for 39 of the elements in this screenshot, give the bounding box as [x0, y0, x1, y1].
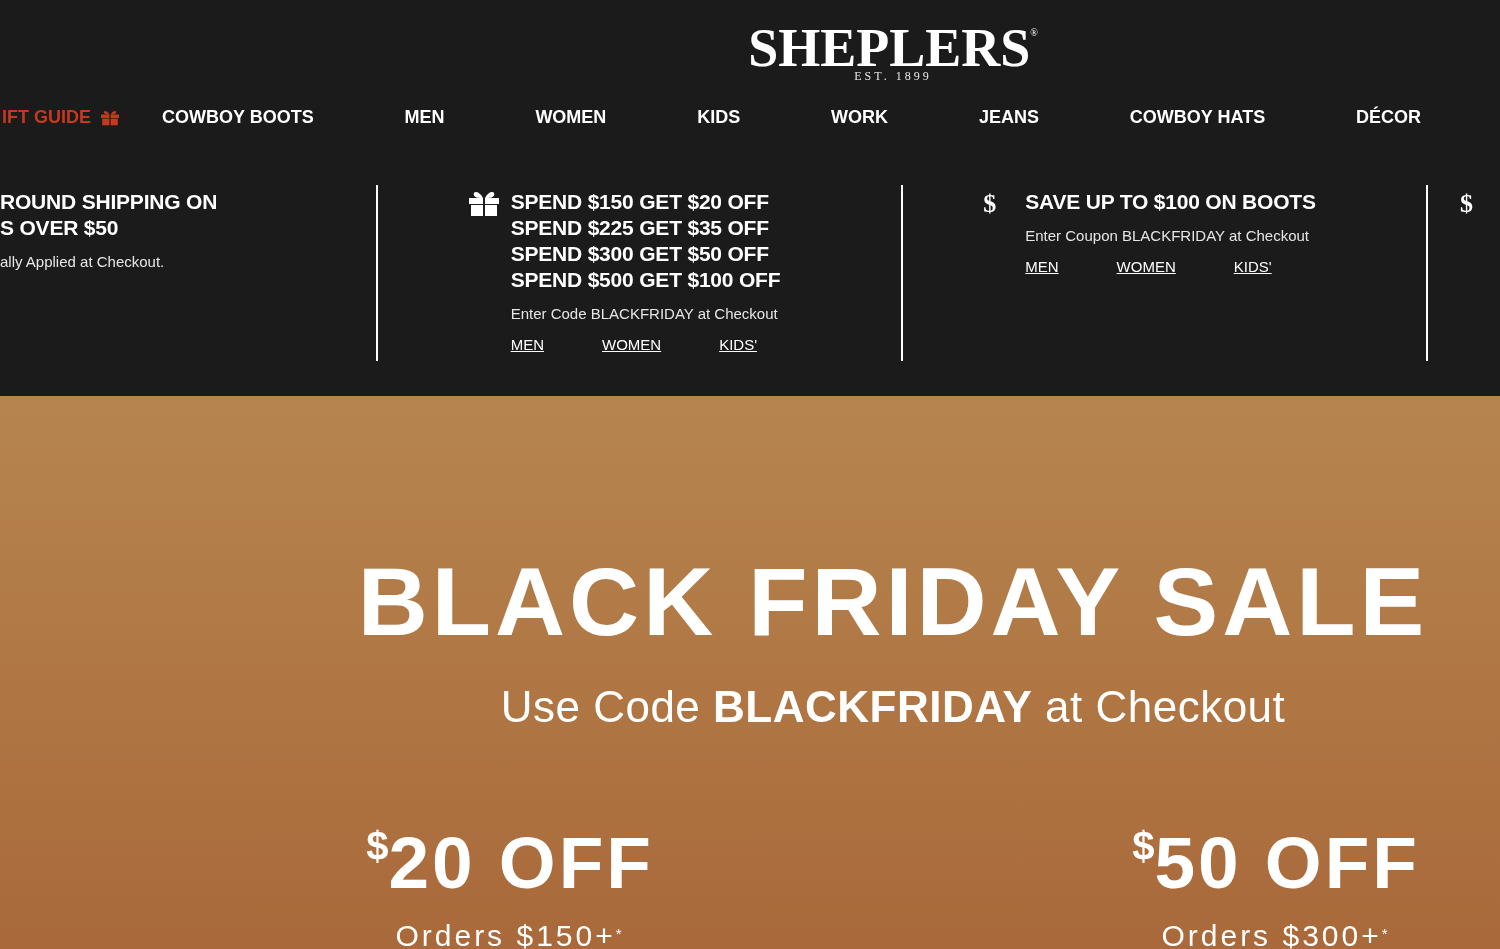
promo-note: ally Applied at Checkout. [0, 252, 165, 272]
category-link[interactable]: KIDS' [719, 335, 758, 355]
nav-link[interactable]: COWBOY HATS [1129, 105, 1266, 129]
promo-code-text: Use Code BLACKFRIDAY at Checkout [500, 685, 1286, 729]
nav-link[interactable]: DÉCOR [1356, 105, 1421, 129]
promo-headline: SPEND $225 GET $35 OFF [510, 215, 769, 241]
order-minimum: Orders $300+$^{*}$ [1161, 923, 1391, 949]
promo-headline: S OVER $50 [0, 215, 119, 241]
discount-amount: 20 OFF [388, 826, 654, 899]
gift-icon [468, 190, 499, 216]
order-minimum: Orders $150+$^{*}$ [395, 923, 625, 949]
promo-headline: SPEND $300 GET $50 OFF [510, 241, 769, 267]
category-link[interactable]: MEN [1025, 257, 1059, 277]
category-link[interactable]: WOMEN [602, 335, 662, 355]
nav-link[interactable]: WOMEN [535, 105, 607, 129]
category-link[interactable]: KIDS' [1233, 257, 1272, 277]
promo-headline: SPEND $500 GET $100 OFF [510, 267, 781, 293]
nav-link[interactable]: COWBOY BOOTS [162, 105, 314, 129]
promo-note: Enter Coupon BLACKFRIDAY at Checkout [1025, 226, 1310, 246]
nav-link[interactable]: JEANS [978, 105, 1039, 129]
currency-symbol: $ [1132, 826, 1155, 866]
logo-tagline: EST. 1899 [854, 70, 932, 82]
nav-link[interactable]: KIDS [697, 105, 741, 129]
promo-headline: SPEND $150 GET $20 OFF [510, 189, 769, 215]
dollar-sign-icon: $ [1460, 189, 1473, 218]
discount-amount: 50 OFF [1154, 826, 1420, 899]
gift-icon [101, 108, 119, 126]
category-link[interactable]: WOMEN [1116, 257, 1176, 277]
promo-headline: SAVE UP TO $100 ON BOOTS [1025, 189, 1316, 215]
nav-link[interactable]: WORK [831, 105, 889, 129]
promo-headline: ROUND SHIPPING ON [0, 189, 218, 215]
category-link[interactable]: MEN [510, 335, 544, 355]
registered-mark: ® [1030, 28, 1038, 38]
promo-note: Enter Code BLACKFRIDAY at Checkout [510, 304, 778, 324]
dollar-sign-icon: $ [983, 189, 997, 218]
currency-symbol: $ [366, 826, 389, 866]
logo-wordmark[interactable]: SHEPLERS [748, 26, 1031, 70]
hero-title: BLACK FRIDAY SALE [357, 553, 1429, 650]
nav-link[interactable]: MEN [404, 105, 445, 129]
